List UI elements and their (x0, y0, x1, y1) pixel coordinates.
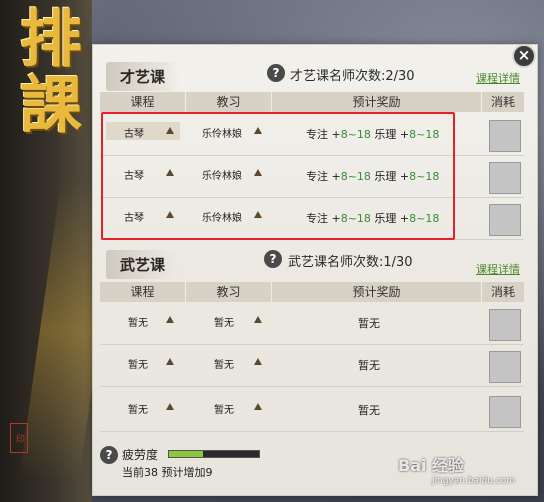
course-name[interactable]: 暂无 (128, 401, 148, 416)
cost-item-slot[interactable] (489, 162, 521, 194)
seal-stamp: 印 (10, 423, 28, 453)
martial-row-2[interactable]: 暂无 暂无 暂无 (100, 345, 524, 387)
martial-row-1[interactable]: 暂无 暂无 暂无 (100, 303, 524, 345)
martial-course-details-link[interactable]: 课程详情 (476, 261, 520, 277)
cost-item-slot[interactable] (489, 396, 521, 428)
close-button[interactable]: × (512, 44, 536, 68)
course-select-arrow-icon[interactable] (166, 403, 174, 410)
help-icon[interactable]: ? (267, 64, 285, 82)
course-name[interactable]: 暂无 (128, 356, 148, 371)
fatigue-progress-fill (169, 451, 204, 457)
page-title: 排課 (9, 6, 82, 138)
header-course: 课程 (100, 282, 186, 302)
martial-row-3[interactable]: 暂无 暂无 暂无 (100, 390, 524, 432)
teacher-name[interactable]: 暂无 (214, 356, 234, 371)
cost-item-slot[interactable] (489, 204, 521, 236)
expected-reward: 暂无 (358, 317, 380, 330)
fatigue-progress-bar (168, 450, 260, 458)
header-reward: 预计奖励 (272, 282, 482, 302)
fatigue-status-text: 当前38 预计增加9 (122, 466, 213, 479)
header-cost: 消耗 (490, 95, 515, 109)
cost-item-slot[interactable] (489, 309, 521, 341)
course-name[interactable]: 暂无 (128, 314, 148, 329)
help-icon[interactable]: ? (264, 250, 282, 268)
course-select-arrow-icon[interactable] (166, 358, 174, 365)
fatigue-help-icon[interactable]: ? (100, 446, 118, 464)
teacher-name[interactable]: 暂无 (214, 401, 234, 416)
fatigue-label: 疲劳度 (122, 448, 159, 462)
cost-item-slot[interactable] (489, 351, 521, 383)
teacher-select-arrow-icon[interactable] (254, 316, 262, 323)
teacher-select-arrow-icon[interactable] (254, 403, 262, 410)
teacher-select-arrow-icon[interactable] (254, 358, 262, 365)
expected-reward: 暂无 (358, 359, 380, 372)
martial-table-header: 课程 教习 预计奖励 消耗 (100, 282, 524, 302)
martial-teacher-limit: 武艺课名师次数:1/30 (288, 255, 413, 270)
art-table-header: 课程 教习 预计奖励 消耗 (100, 92, 524, 112)
header-teacher: 教习 (186, 282, 272, 302)
section-title-martial: 武艺课 (106, 250, 180, 279)
annotation-highlight-box (101, 112, 455, 240)
art-teacher-limit: 才艺课名师次数:2/30 (290, 69, 415, 84)
teacher-name[interactable]: 暂无 (214, 314, 234, 329)
section-title-art: 才艺课 (106, 62, 180, 91)
header-course: 课程 (100, 92, 186, 112)
cost-item-slot[interactable] (489, 120, 521, 152)
header-cost: 消耗 (490, 285, 515, 299)
watermark-url: jingyan.baidu.com (432, 476, 516, 486)
course-select-arrow-icon[interactable] (166, 316, 174, 323)
watermark-logo: Bai 经验 (398, 456, 465, 475)
expected-reward: 暂无 (358, 404, 380, 417)
title-banner: 排課 印 (0, 0, 122, 502)
header-reward: 预计奖励 (272, 92, 482, 112)
art-course-details-link[interactable]: 课程详情 (476, 70, 520, 86)
header-teacher: 教习 (186, 92, 272, 112)
